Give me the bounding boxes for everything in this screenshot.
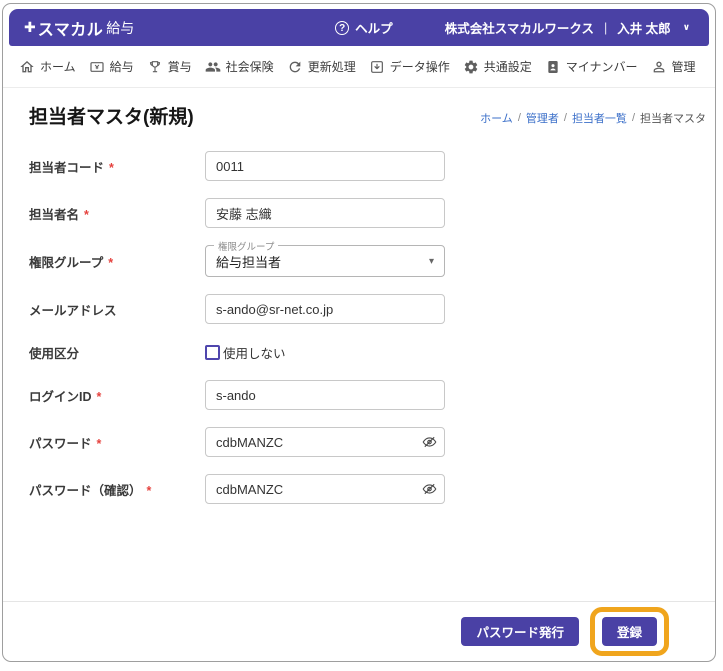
salary-icon	[89, 59, 105, 75]
bonus-icon	[147, 59, 163, 75]
required-mark: *	[84, 208, 89, 222]
nav-item-my-number[interactable]: マイナンバー	[545, 58, 638, 75]
logo-sub-text: 給与	[106, 18, 134, 38]
admin-icon	[651, 59, 667, 75]
nav-item-common-settings[interactable]: 共通設定	[463, 58, 532, 75]
settings-icon	[463, 59, 479, 75]
nav-item-salary[interactable]: 給与	[89, 58, 134, 75]
breadcrumb-home[interactable]: ホーム	[480, 110, 513, 126]
field-label-password-confirm: パスワード（確認）*	[29, 480, 205, 499]
chevron-down-icon: ∨	[683, 22, 690, 33]
user-name: 入井 太郎	[617, 18, 670, 37]
agent-form: 担当者コード* 担当者名* 権限グループ* 権限グループ 給与担当者 ▾	[3, 129, 715, 521]
required-mark: *	[97, 437, 102, 451]
required-mark: *	[97, 390, 102, 404]
nav-label: 給与	[110, 58, 134, 75]
form-row-use-flag: 使用区分 使用しない	[29, 341, 715, 363]
breadcrumb-separator: /	[632, 112, 635, 124]
account-menu[interactable]: 株式会社スマカルワークス | 入井 太郎 ∨	[445, 18, 690, 37]
nav-item-social-insurance[interactable]: 社会保険	[205, 58, 274, 75]
field-label-permission-group: 権限グループ*	[29, 252, 205, 271]
page-title: 担当者マスタ(新規)	[29, 102, 194, 129]
select-floating-label: 権限グループ	[214, 239, 278, 253]
nav-label: マイナンバー	[566, 58, 638, 75]
plus-icon: ✚	[24, 19, 36, 36]
nav-label: 更新処理	[308, 58, 356, 75]
breadcrumb-separator: /	[518, 112, 521, 124]
refresh-icon	[287, 59, 303, 75]
password-confirm-input[interactable]	[205, 474, 445, 504]
permission-group-select[interactable]: 権限グループ 給与担当者 ▾	[205, 245, 445, 277]
app-logo[interactable]: ✚ スマカル 給与	[24, 16, 134, 40]
agent-name-input[interactable]	[205, 198, 445, 228]
field-label-password: パスワード*	[29, 433, 205, 452]
nav-item-admin[interactable]: 管理	[651, 58, 696, 75]
data-operation-icon	[369, 59, 385, 75]
field-label-agent-name: 担当者名*	[29, 204, 205, 223]
app-window: ✚ スマカル 給与 ? ヘルプ 株式会社スマカルワークス | 入井 太郎 ∨ ホ…	[2, 3, 716, 662]
nav-label: 共通設定	[484, 58, 532, 75]
breadcrumb-current: 担当者マスタ	[640, 110, 706, 126]
form-row-permission-group: 権限グループ* 権限グループ 給与担当者 ▾	[29, 245, 715, 277]
nav-item-bonus[interactable]: 賞与	[147, 58, 192, 75]
field-label-agent-code: 担当者コード*	[29, 157, 205, 176]
login-id-input[interactable]	[205, 380, 445, 410]
nav-item-data-operation[interactable]: データ操作	[369, 58, 450, 75]
breadcrumb-admin[interactable]: 管理者	[526, 110, 559, 126]
nav-label: データ操作	[390, 58, 450, 75]
visibility-off-icon[interactable]	[422, 435, 437, 450]
form-row-password: パスワード*	[29, 427, 715, 457]
form-row-email: メールアドレス	[29, 294, 715, 324]
app-header: ✚ スマカル 給与 ? ヘルプ 株式会社スマカルワークス | 入井 太郎 ∨	[9, 9, 709, 46]
social-insurance-icon	[205, 59, 221, 75]
field-label-email: メールアドレス	[29, 300, 205, 319]
use-flag-checkbox[interactable]	[205, 345, 220, 360]
form-row-login-id: ログインID*	[29, 380, 715, 410]
register-button[interactable]: 登録	[602, 617, 657, 646]
form-footer: パスワード発行 登録	[3, 601, 715, 661]
field-label-login-id: ログインID*	[29, 386, 205, 405]
main-content: 担当者マスタ(新規) ホーム / 管理者 / 担当者一覧 / 担当者マスタ 担当…	[3, 88, 715, 661]
nav-item-home[interactable]: ホーム	[19, 58, 76, 75]
required-mark: *	[109, 161, 114, 175]
help-label: ヘルプ	[355, 18, 393, 37]
use-flag-checkbox-label: 使用しない	[223, 343, 286, 362]
help-link[interactable]: ? ヘルプ	[335, 18, 393, 37]
password-input[interactable]	[205, 427, 445, 457]
form-row-agent-name: 担当者名*	[29, 198, 715, 228]
breadcrumb: ホーム / 管理者 / 担当者一覧 / 担当者マスタ	[480, 110, 706, 129]
email-input[interactable]	[205, 294, 445, 324]
register-highlight-ring: 登録	[590, 607, 669, 656]
my-number-icon	[545, 59, 561, 75]
required-mark: *	[108, 256, 113, 270]
select-value: 給与担当者	[216, 252, 281, 271]
field-label-use-flag: 使用区分	[29, 343, 205, 362]
nav-label: 賞与	[168, 58, 192, 75]
form-row-password-confirm: パスワード（確認）*	[29, 474, 715, 504]
help-icon: ?	[335, 21, 349, 35]
breadcrumb-agent-list[interactable]: 担当者一覧	[572, 110, 627, 126]
caret-down-icon: ▾	[429, 256, 434, 267]
header-divider: |	[604, 21, 607, 35]
nav-label: 社会保険	[226, 58, 274, 75]
required-mark: *	[147, 484, 152, 498]
main-nav: ホーム 給与 賞与 社会保険 更新処理 データ操作 共通設定 マイナンバー	[3, 46, 715, 88]
agent-code-input[interactable]	[205, 151, 445, 181]
nav-item-update[interactable]: 更新処理	[287, 58, 356, 75]
company-name: 株式会社スマカルワークス	[445, 18, 594, 37]
password-issue-button[interactable]: パスワード発行	[461, 617, 579, 646]
visibility-off-icon[interactable]	[422, 482, 437, 497]
breadcrumb-separator: /	[564, 112, 567, 124]
home-icon	[19, 59, 35, 75]
nav-label: 管理	[672, 58, 696, 75]
logo-main-text: スマカル	[38, 16, 104, 40]
nav-label: ホーム	[40, 58, 76, 75]
form-row-agent-code: 担当者コード*	[29, 151, 715, 181]
